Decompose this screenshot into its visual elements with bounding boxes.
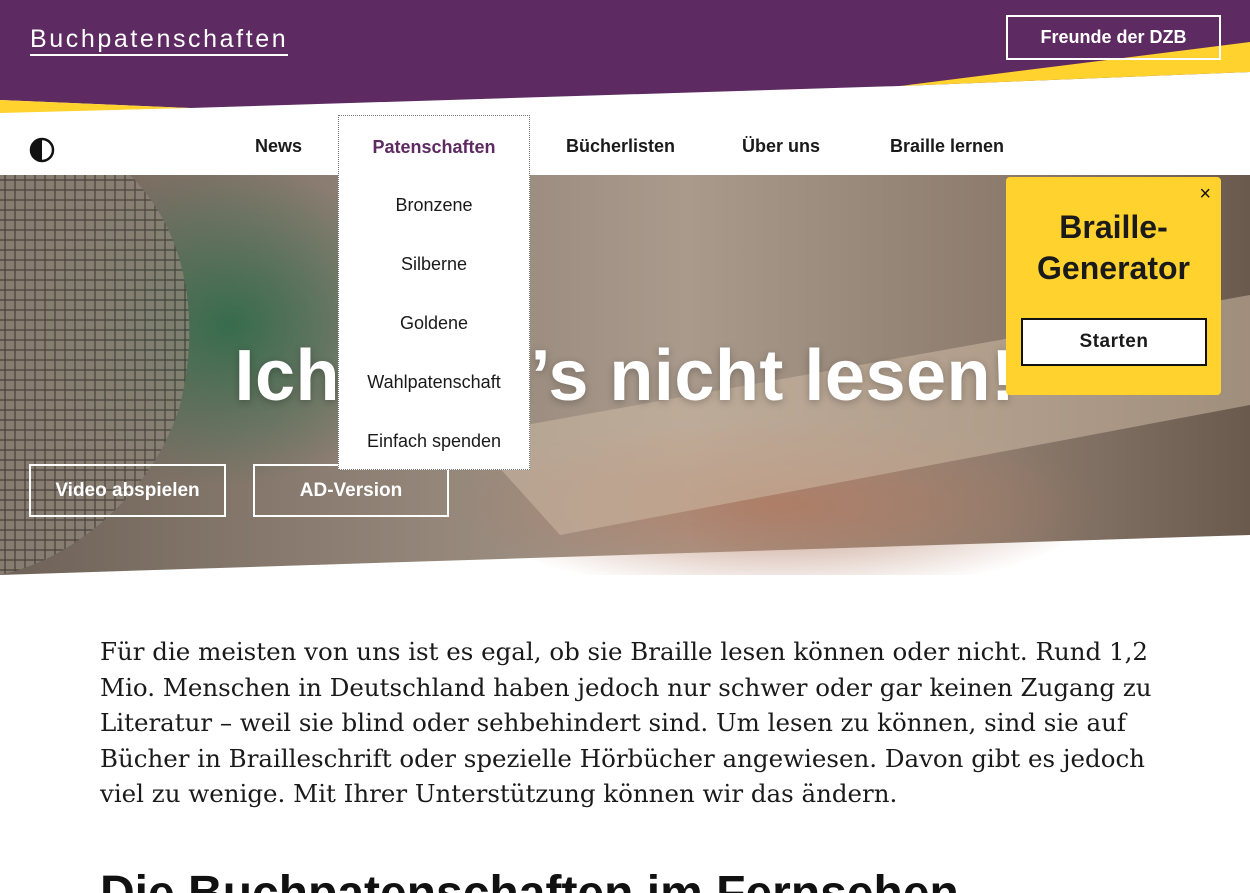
- close-icon[interactable]: ×: [1199, 183, 1211, 206]
- nav-item-braille-lernen[interactable]: Braille lernen: [890, 118, 1004, 175]
- main-navigation: News Bücherlisten Über uns Braille lerne…: [0, 118, 1250, 175]
- friends-of-dzb-button[interactable]: Freunde der DZB: [1006, 15, 1221, 60]
- start-braille-generator-button[interactable]: Starten: [1021, 318, 1207, 366]
- site-title-link[interactable]: Buchpatenschaften: [30, 24, 289, 56]
- dropdown-item-bronzene[interactable]: Bronzene: [339, 193, 529, 217]
- braille-title-line-2: Generator: [1037, 250, 1190, 286]
- dropdown-item-wahlpatenschaft[interactable]: Wahlpatenschaft: [339, 370, 529, 394]
- nav-item-news[interactable]: News: [255, 118, 302, 175]
- braille-title-line-1: Braille-: [1059, 209, 1168, 245]
- dropdown-item-einfach-spenden[interactable]: Einfach spenden: [339, 429, 529, 453]
- section-heading: Die Buchpatenschaften im Fernsehen: [100, 866, 1200, 893]
- nav-item-patenschaften[interactable]: Patenschaften: [339, 119, 529, 176]
- dropdown-item-silberne[interactable]: Silberne: [339, 252, 529, 276]
- site-header: Buchpatenschaften Freunde der DZB: [0, 0, 1250, 115]
- dropdown-item-goldene[interactable]: Goldene: [339, 311, 529, 335]
- braille-generator-title: Braille- Generator: [1006, 207, 1221, 289]
- nav-item-buecherlisten[interactable]: Bücherlisten: [566, 118, 675, 175]
- play-video-button[interactable]: Video abspielen: [29, 464, 226, 517]
- braille-generator-widget: × Braille- Generator Starten: [1006, 177, 1221, 395]
- nav-item-ueber-uns[interactable]: Über uns: [742, 118, 820, 175]
- audio-description-button[interactable]: AD-Version: [253, 464, 449, 517]
- patenschaften-dropdown: Patenschaften Bronzene Silberne Goldene …: [338, 115, 530, 470]
- intro-paragraph: Für die meisten von uns ist es egal, ob …: [100, 637, 1152, 808]
